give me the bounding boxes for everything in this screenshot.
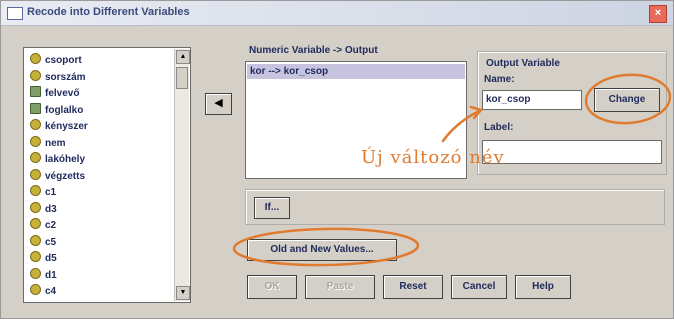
- variable-list-item-label: c4: [45, 286, 57, 297]
- window-title: Recode into Different Variables: [27, 6, 190, 18]
- scale-variable-icon: [30, 69, 41, 81]
- scroll-thumb[interactable]: [176, 67, 188, 89]
- reset-button[interactable]: Reset: [383, 275, 443, 299]
- variable-list-item-label: d3: [45, 203, 57, 215]
- variable-list-item[interactable]: nem: [30, 135, 66, 150]
- variable-list-item-label: c1: [45, 187, 57, 198]
- scale-variable-icon: [30, 135, 41, 147]
- variable-list-item-label: foglalko: [45, 104, 84, 116]
- variable-list-item[interactable]: d3: [30, 201, 57, 216]
- variable-list-item[interactable]: d5: [30, 251, 57, 265]
- variable-list-item[interactable]: végzetts: [30, 168, 86, 183]
- label-label: Label:: [484, 122, 514, 133]
- help-button[interactable]: Help: [515, 275, 571, 299]
- paste-button[interactable]: Paste: [305, 275, 375, 299]
- variable-list-item-label: d1: [45, 269, 57, 281]
- scale-variable-icon: [30, 284, 41, 295]
- variable-list-item-label: sorszám: [45, 71, 86, 83]
- scroll-down-arrow-icon[interactable]: ▼: [176, 286, 190, 300]
- scale-variable-icon: [30, 152, 41, 163]
- variable-list-item[interactable]: c1: [30, 185, 56, 199]
- variable-list-scrollbar[interactable]: ▲ ▼: [174, 49, 190, 301]
- variable-list-item[interactable]: c2: [30, 218, 56, 232]
- scroll-up-arrow-icon[interactable]: ▲: [176, 50, 190, 64]
- variable-list-item-label: c2: [45, 220, 57, 231]
- variable-list[interactable]: ▲ ▼ csoport sorszám felvevő foglalko kénysze…: [23, 47, 191, 303]
- name-label: Name:: [484, 74, 515, 85]
- variable-list-item[interactable]: c4: [30, 284, 56, 298]
- scale-variable-icon: [30, 201, 41, 213]
- variable-list-item-label: d5: [45, 253, 57, 264]
- close-button[interactable]: ×: [649, 5, 667, 23]
- variable-list-item-label: végzetts: [45, 170, 86, 182]
- new-variable-name-annotation: Új változó név: [361, 147, 505, 168]
- scale-variable-icon: [30, 267, 41, 279]
- scale-variable-icon: [30, 53, 41, 64]
- variable-list-item-label: felvevő: [45, 88, 80, 99]
- move-variable-button[interactable]: ◀: [205, 93, 232, 115]
- nominal-variable-icon: [30, 86, 41, 97]
- variable-list-item[interactable]: c5: [30, 234, 57, 249]
- name-field[interactable]: kor_csop: [482, 90, 582, 110]
- output-variable-title: Output Variable: [486, 58, 560, 69]
- scale-variable-icon: [30, 185, 41, 196]
- variable-list-item[interactable]: foglalko: [30, 102, 84, 117]
- variable-list-item[interactable]: felvevő: [30, 86, 79, 100]
- variable-list-item[interactable]: sorszám: [30, 69, 86, 84]
- label-field[interactable]: [482, 140, 662, 164]
- variable-list-item[interactable]: d1: [30, 267, 57, 282]
- variable-list-item-label: kényszer: [45, 121, 88, 132]
- scale-variable-icon: [30, 119, 41, 130]
- variable-list-item-label: nem: [45, 137, 66, 149]
- cancel-button[interactable]: Cancel: [451, 275, 507, 299]
- old-and-new-values-button[interactable]: Old and New Values...: [247, 239, 397, 261]
- title-bar: Recode into Different Variables ×: [1, 1, 673, 26]
- if-button[interactable]: If...: [254, 197, 290, 219]
- variable-list-item[interactable]: kényszer: [30, 119, 88, 133]
- window-icon: [7, 7, 23, 20]
- mapping-row[interactable]: kor --> kor_csop: [247, 64, 465, 79]
- variable-list-item[interactable]: lakóhely: [30, 152, 85, 166]
- scale-variable-icon: [30, 234, 41, 246]
- if-group: If...: [245, 189, 665, 225]
- variable-list-item-label: csoport: [45, 55, 82, 66]
- variable-list-item[interactable]: csoport: [30, 53, 82, 67]
- recode-dialog: Recode into Different Variables × ▲ ▼ cs…: [0, 0, 674, 319]
- change-button[interactable]: Change: [594, 88, 660, 112]
- scale-variable-icon: [30, 168, 41, 180]
- scale-variable-icon: [30, 251, 41, 262]
- mapping-list-header: Numeric Variable -> Output: [249, 45, 378, 56]
- nominal-variable-icon: [30, 102, 41, 114]
- variable-list-item-label: c5: [45, 236, 57, 248]
- output-variable-group: Output Variable Name: kor_csop Change La…: [477, 51, 667, 175]
- ok-button[interactable]: OK: [247, 275, 297, 299]
- variable-list-item-label: lakóhely: [45, 154, 86, 165]
- scale-variable-icon: [30, 218, 41, 229]
